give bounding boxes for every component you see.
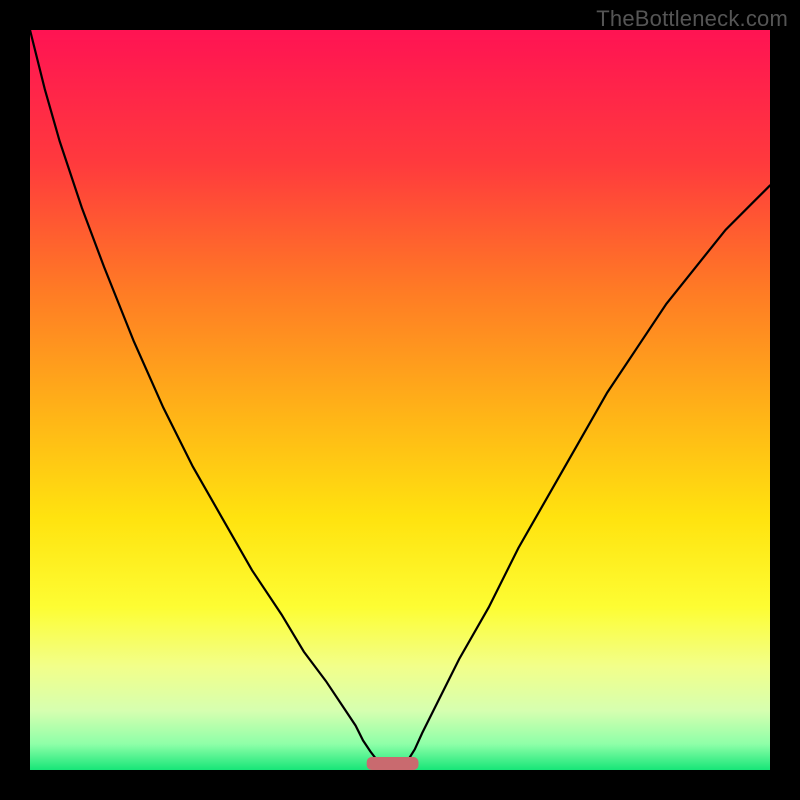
- plot-area: [30, 30, 770, 770]
- plot-svg: [30, 30, 770, 770]
- watermark-text: TheBottleneck.com: [596, 6, 788, 32]
- bottleneck-marker: [367, 757, 419, 770]
- gradient-background: [30, 30, 770, 770]
- chart-frame: TheBottleneck.com: [0, 0, 800, 800]
